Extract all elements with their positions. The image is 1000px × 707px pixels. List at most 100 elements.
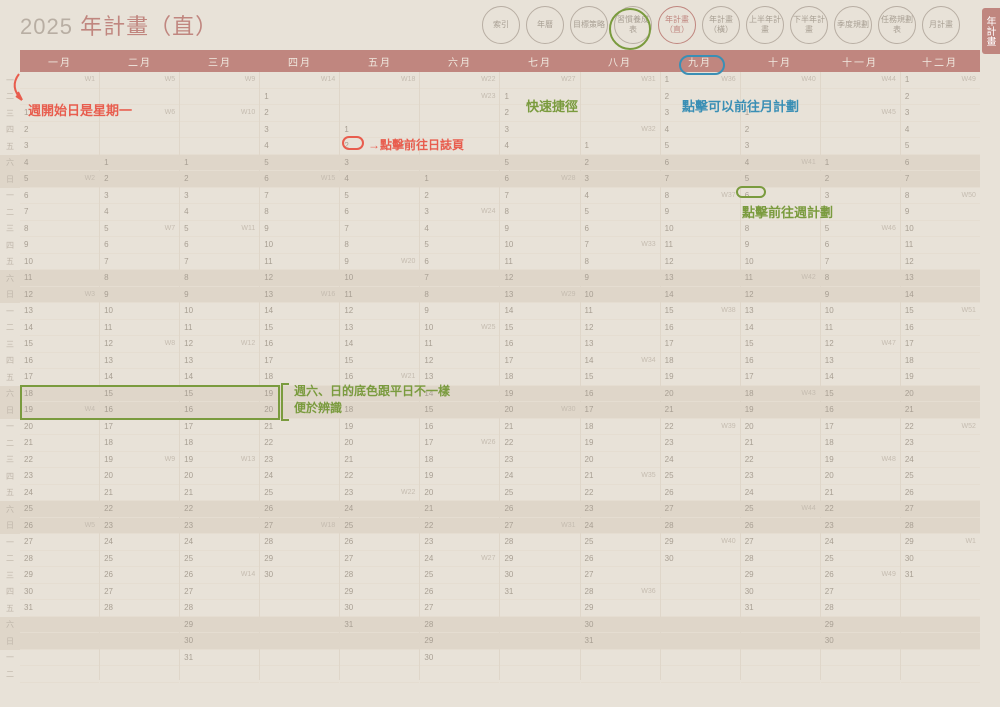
day-cell[interactable]: 15W51 [901, 303, 980, 320]
day-cell[interactable] [180, 138, 259, 155]
day-cell[interactable]: 20W17 [260, 402, 339, 419]
day-cell[interactable]: 26W14 [180, 567, 259, 584]
day-cell[interactable]: 18 [420, 452, 499, 469]
day-cell[interactable]: 1W36 [661, 72, 740, 89]
day-cell[interactable]: 8 [180, 270, 259, 287]
day-cell[interactable]: 22 [260, 435, 339, 452]
day-cell[interactable]: W18 [340, 72, 419, 89]
day-cell[interactable]: 29 [741, 567, 820, 584]
day-cell[interactable]: 14 [420, 386, 499, 403]
day-cell[interactable]: 28 [20, 551, 99, 568]
day-cell[interactable]: 4 [340, 171, 419, 188]
day-cell[interactable] [661, 633, 740, 650]
day-cell[interactable]: W44 [821, 72, 900, 89]
day-cell[interactable] [500, 650, 579, 667]
day-cell[interactable]: 23 [581, 501, 660, 518]
day-cell[interactable]: 8W37 [661, 188, 740, 205]
day-cell[interactable]: 27 [180, 584, 259, 601]
day-cell[interactable]: 25 [260, 485, 339, 502]
week-label[interactable]: W21 [401, 373, 415, 380]
day-cell[interactable]: 19 [581, 435, 660, 452]
day-cell[interactable]: 4 [180, 204, 259, 221]
day-cell[interactable]: 18 [20, 386, 99, 403]
day-cell[interactable]: 16 [260, 336, 339, 353]
day-cell[interactable]: 8 [581, 254, 660, 271]
day-cell[interactable]: 6 [100, 237, 179, 254]
day-cell[interactable]: 10 [500, 237, 579, 254]
day-cell[interactable] [821, 122, 900, 139]
day-cell[interactable]: 30 [260, 567, 339, 584]
day-cell[interactable]: 2 [260, 105, 339, 122]
week-label[interactable]: W30 [561, 406, 575, 413]
week-label[interactable]: W20 [401, 258, 415, 265]
month-header[interactable]: 十月 [740, 50, 820, 72]
day-cell[interactable]: 13 [821, 353, 900, 370]
day-cell[interactable]: 27 [100, 584, 179, 601]
week-label[interactable]: W44 [801, 505, 815, 512]
day-cell[interactable]: 18 [901, 353, 980, 370]
week-label[interactable]: W52 [962, 423, 976, 430]
day-cell[interactable]: 12W12 [180, 336, 259, 353]
day-cell[interactable]: 31 [180, 650, 259, 667]
day-cell[interactable]: 2W19 [340, 138, 419, 155]
week-label[interactable]: W34 [641, 357, 655, 364]
day-cell[interactable]: 14 [340, 336, 419, 353]
day-cell[interactable]: 23 [100, 518, 179, 535]
day-cell[interactable]: 10 [661, 221, 740, 238]
day-cell[interactable]: 8 [100, 270, 179, 287]
day-cell[interactable]: 5W2 [20, 171, 99, 188]
day-cell[interactable]: 24 [260, 468, 339, 485]
day-cell[interactable]: 13 [901, 270, 980, 287]
day-cell[interactable]: 14 [661, 287, 740, 304]
week-label[interactable]: W17 [321, 406, 335, 413]
day-cell[interactable]: 11 [260, 254, 339, 271]
day-cell[interactable]: 31 [20, 600, 99, 617]
day-cell[interactable]: 26 [260, 501, 339, 518]
day-cell[interactable]: 19 [260, 386, 339, 403]
day-cell[interactable]: 13W16 [260, 287, 339, 304]
day-cell[interactable]: 5W11 [180, 221, 259, 238]
day-cell[interactable]: 12 [581, 320, 660, 337]
day-cell[interactable]: 23 [500, 452, 579, 469]
day-cell[interactable]: 17W26 [420, 435, 499, 452]
day-cell[interactable]: 11W42 [741, 270, 820, 287]
week-label[interactable]: W38 [721, 307, 735, 314]
day-cell[interactable]: 28 [100, 600, 179, 617]
week-label[interactable]: W36 [641, 588, 655, 595]
day-cell[interactable]: 20 [661, 386, 740, 403]
day-cell[interactable]: 22W39 [661, 419, 740, 436]
day-cell[interactable]: 2 [661, 89, 740, 106]
week-label[interactable]: W1 [85, 76, 96, 83]
day-cell[interactable] [500, 600, 579, 617]
day-cell[interactable]: 19 [340, 419, 419, 436]
day-cell[interactable]: 25 [20, 501, 99, 518]
day-cell[interactable]: 4 [260, 138, 339, 155]
day-cell[interactable]: 8 [741, 221, 820, 238]
day-cell[interactable]: 22 [420, 518, 499, 535]
day-cell[interactable]: 12W8 [100, 336, 179, 353]
day-cell[interactable]: 14 [100, 369, 179, 386]
day-cell[interactable]: 17 [901, 336, 980, 353]
day-cell[interactable]: 27 [901, 501, 980, 518]
day-cell[interactable]: 13 [100, 353, 179, 370]
day-cell[interactable]: 19 [500, 386, 579, 403]
day-cell[interactable]: 17 [180, 419, 259, 436]
day-cell[interactable]: 27 [661, 501, 740, 518]
day-cell[interactable]: 21 [420, 501, 499, 518]
day-cell[interactable]: 11 [661, 237, 740, 254]
week-label[interactable]: W5 [85, 522, 96, 529]
day-cell[interactable]: 24 [500, 468, 579, 485]
day-cell[interactable] [901, 666, 980, 683]
day-cell[interactable]: 24 [821, 534, 900, 551]
day-cell[interactable]: 27W18 [260, 518, 339, 535]
day-cell[interactable]: 13 [420, 369, 499, 386]
week-label[interactable]: W33 [641, 241, 655, 248]
day-cell[interactable]: 14 [20, 320, 99, 337]
day-cell[interactable]: 9 [901, 204, 980, 221]
day-cell[interactable]: 19 [901, 369, 980, 386]
day-cell[interactable]: 15 [260, 320, 339, 337]
day-cell[interactable] [661, 600, 740, 617]
week-label[interactable]: W22 [401, 489, 415, 496]
day-cell[interactable]: 6 [340, 204, 419, 221]
day-cell[interactable]: 15W38 [661, 303, 740, 320]
